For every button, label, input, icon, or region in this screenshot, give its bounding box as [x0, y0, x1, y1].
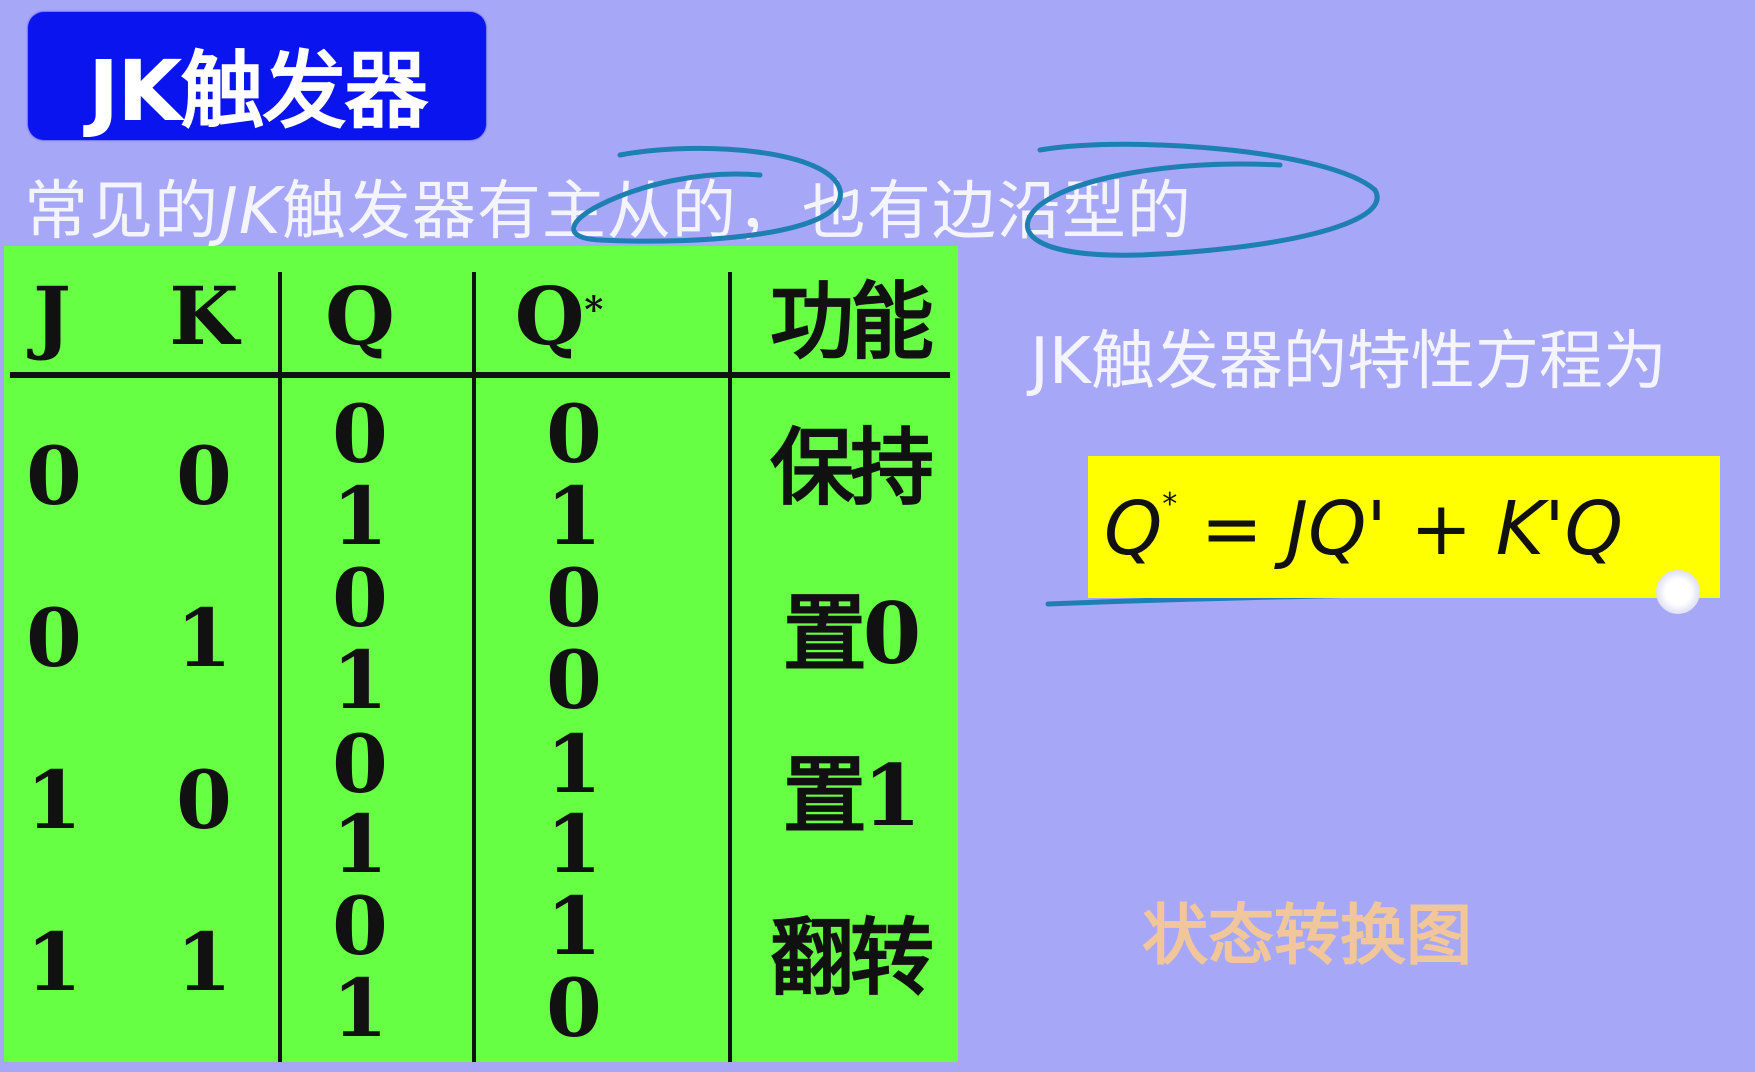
state-diagram-link[interactable]: 状态转换图 [1142, 882, 1472, 978]
row0-q1: 1 [332, 469, 388, 563]
header-divider [10, 372, 950, 378]
row3-qn1: 0 [546, 961, 602, 1055]
row1-q1: 1 [332, 633, 388, 727]
header-q-next-label: Q [514, 269, 585, 363]
truth-table: J K Q Q* 功能 0 0 0 1 0 1 保持 0 1 0 1 0 0 置… [4, 246, 958, 1062]
header-q: Q [325, 269, 395, 363]
row1-qn0: 0 [546, 551, 602, 645]
formula-lhs: Q [1104, 486, 1163, 572]
row2-j: 1 [26, 753, 82, 847]
row3-q1: 1 [332, 961, 388, 1055]
subtitle-part-2: 触发器有主从的，也有边沿型的 [281, 175, 1192, 249]
header-k: K [169, 269, 239, 363]
row2-qn0: 1 [546, 717, 602, 811]
column-divider-1 [278, 272, 282, 1062]
row3-j: 1 [26, 915, 82, 1009]
formula-star: * [1162, 487, 1178, 523]
header-q-next: Q* [504, 276, 614, 356]
pointer-cursor [1656, 570, 1700, 614]
row0-q0: 0 [332, 387, 388, 481]
row3-function: 翻转 [769, 908, 934, 1007]
formula-box: Q* = JQ' + K'Q [1088, 456, 1720, 598]
characteristic-formula: Q* = JQ' + K'Q [1104, 486, 1623, 572]
row3-k: 1 [176, 915, 232, 1009]
row1-qn1: 0 [546, 633, 602, 727]
header-j: J [33, 269, 71, 363]
row1-j: 0 [26, 591, 82, 685]
row1-function: 置0 [782, 584, 921, 683]
characteristic-equation-title: JK触发器的特性方程为 [1030, 325, 1667, 399]
row0-k: 0 [176, 429, 232, 523]
row0-j: 0 [26, 429, 82, 523]
row2-qn1: 1 [546, 797, 602, 891]
row2-function: 置1 [782, 746, 921, 845]
column-divider-3 [728, 272, 732, 1062]
row1-k: 1 [176, 591, 232, 685]
slide-title: JK触发器 [88, 42, 428, 140]
slide-subtitle: 常见的JK触发器有主从的，也有边沿型的 [24, 160, 1192, 252]
row3-q0: 0 [332, 879, 388, 973]
formula-rhs: = JQ' + K'Q [1200, 486, 1623, 572]
row2-k: 0 [176, 753, 232, 847]
row0-qn1: 1 [546, 469, 602, 563]
column-divider-2 [472, 272, 476, 1062]
row2-q0: 0 [332, 717, 388, 811]
header-function: 功能 [769, 272, 934, 371]
row0-qn0: 0 [546, 387, 602, 481]
row0-function: 保持 [769, 418, 934, 517]
header-q-next-star: * [584, 289, 604, 331]
subtitle-part-jk: JK [219, 175, 282, 249]
slide-title-box: JK触发器 [28, 12, 486, 140]
row2-q1: 1 [332, 797, 388, 891]
row1-q0: 0 [332, 551, 388, 645]
subtitle-part-1: 常见的 [24, 175, 219, 249]
row3-qn0: 1 [546, 879, 602, 973]
